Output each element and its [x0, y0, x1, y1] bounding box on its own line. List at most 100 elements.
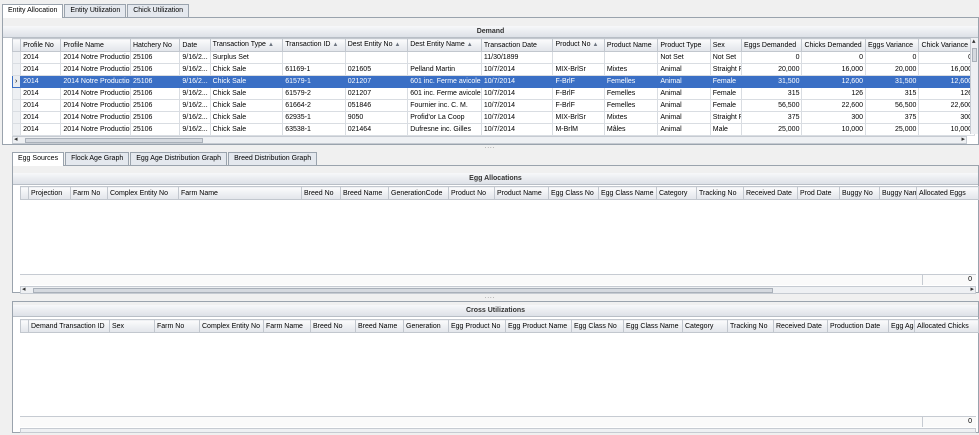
table-cell[interactable]: 2014 Notre Production [60, 75, 131, 88]
tab-egg-age-distribution-graph[interactable]: Egg Age Distribution Graph [130, 152, 228, 165]
table-cell[interactable]: 9/16/2... [179, 87, 211, 100]
demand-column-header[interactable]: Dest Entity No ▲ [344, 38, 409, 52]
table-cell[interactable]: 2014 Notre Production [60, 123, 131, 136]
table-cell[interactable]: 2014 [20, 123, 62, 136]
egg-allocations-splitter[interactable]: .... [460, 294, 520, 300]
cross-utilizations-column-header[interactable]: Category [682, 319, 728, 333]
demand-grid[interactable]: Profile No Profile Name Hatchery No Date Tra… [11, 38, 975, 136]
tab-breed-distribution-graph[interactable]: Breed Distribution Graph [228, 152, 318, 165]
table-cell[interactable]: 25106 [129, 63, 181, 76]
table-cell[interactable]: 9/16/2... [179, 111, 211, 124]
table-cell[interactable]: 2014 [20, 75, 62, 88]
demand-column-header[interactable]: Chick Variance [918, 38, 975, 52]
cross-utilizations-column-header[interactable]: Egg Class Name [623, 319, 683, 333]
table-cell[interactable]: 9/16/2... [179, 75, 211, 88]
table-cell[interactable] [282, 51, 346, 64]
table-cell[interactable]: 601 inc. Ferme avicole [407, 87, 482, 100]
egg-allocations-column-header[interactable]: Received Date [743, 186, 798, 200]
table-cell[interactable]: 2014 Notre Production [60, 51, 131, 64]
table-cell[interactable]: Chick Sale [209, 99, 284, 112]
table-cell[interactable]: 12,600 [801, 75, 866, 88]
table-cell[interactable]: Femelles [603, 87, 659, 100]
cross-utilizations-column-header[interactable]: Received Date [773, 319, 828, 333]
table-cell[interactable]: 10/7/2014 [480, 123, 554, 136]
row-indicator[interactable] [11, 123, 22, 136]
table-cell[interactable]: Not Set [657, 51, 711, 64]
cross-utilizations-column-header[interactable]: Complex Entity No [199, 319, 264, 333]
table-cell[interactable]: Chick Sale [209, 63, 284, 76]
demand-vertical-thumb[interactable] [972, 48, 977, 62]
demand-column-header[interactable]: Transaction Type ▲ [209, 38, 284, 52]
cross-utilizations-column-header[interactable]: Tracking No [727, 319, 774, 333]
table-cell[interactable]: 25106 [129, 75, 181, 88]
egg-allocations-column-header[interactable]: Egg Class No [548, 186, 599, 200]
cross-utilizations-column-header[interactable]: Allocated Chicks [914, 319, 979, 333]
cross-utilizations-column-header[interactable]: Generation [403, 319, 449, 333]
egg-allocations-horizontal-thumb[interactable] [33, 288, 773, 293]
table-cell[interactable]: MIX-BrlSr [552, 63, 605, 76]
table-cell[interactable]: Mâles [603, 123, 659, 136]
demand-column-header[interactable]: Chicks Demanded [801, 38, 866, 52]
egg-allocations-column-header[interactable]: Complex Entity No [107, 186, 179, 200]
table-cell[interactable]: 051846 [344, 99, 409, 112]
table-cell[interactable]: 2014 Notre Production [60, 111, 131, 124]
table-cell[interactable]: Pelland Martin [407, 63, 482, 76]
cross-utilizations-column-header[interactable]: Breed No [310, 319, 356, 333]
table-cell[interactable]: 25106 [129, 123, 181, 136]
table-cell[interactable]: 10/7/2014 [480, 63, 554, 76]
cross-utilizations-column-header[interactable]: Egg Class No [571, 319, 624, 333]
table-cell[interactable]: 9/16/2... [179, 63, 211, 76]
table-cell[interactable]: Female [709, 99, 742, 112]
table-cell[interactable]: 0 [740, 51, 803, 64]
table-cell[interactable]: Fournier inc. C. M. [407, 99, 482, 112]
tab-chick-utilization[interactable]: Chick Utilization [127, 4, 190, 17]
table-cell[interactable]: 2014 [20, 99, 62, 112]
table-cell[interactable]: Chick Sale [209, 75, 284, 88]
scroll-right-icon[interactable]: ▸ [970, 286, 974, 294]
row-indicator[interactable]: › [11, 75, 22, 88]
table-cell[interactable] [552, 51, 605, 64]
table-cell[interactable]: Chick Sale [209, 87, 284, 100]
cross-utilizations-column-header[interactable]: Demand Transaction ID [28, 319, 110, 333]
table-cell[interactable]: 62935-1 [282, 111, 346, 124]
cross-utilizations-grid[interactable]: Demand Transaction ID Sex Farm No Complex E… [20, 319, 979, 333]
row-indicator[interactable] [11, 87, 22, 100]
table-cell[interactable]: 9/16/2... [179, 51, 211, 64]
scroll-up-icon[interactable]: ▴ [972, 38, 976, 46]
egg-allocations-column-header[interactable]: Breed Name [340, 186, 389, 200]
table-cell[interactable]: 126 [918, 87, 975, 100]
table-cell[interactable]: Female [709, 75, 742, 88]
table-cell[interactable]: 12,600 [918, 75, 975, 88]
table-row[interactable]: 2014 2014 Notre Production 25106 9/16/2... C… [11, 123, 975, 136]
table-cell[interactable]: 61664-2 [282, 99, 346, 112]
table-cell[interactable]: Straight R [709, 111, 742, 124]
table-cell[interactable]: Femelles [603, 75, 659, 88]
table-cell[interactable]: Male [709, 123, 742, 136]
cross-utilizations-horizontal-scrollbar[interactable] [20, 428, 976, 433]
table-cell[interactable]: 2014 [20, 87, 62, 100]
table-cell[interactable]: 20,000 [864, 63, 920, 76]
table-cell[interactable]: Surplus Set [209, 51, 284, 64]
egg-allocations-column-header[interactable]: Product No [448, 186, 495, 200]
table-cell[interactable]: 021605 [344, 63, 409, 76]
table-cell[interactable]: Animal [657, 111, 711, 124]
table-cell[interactable]: 2014 [20, 51, 62, 64]
table-cell[interactable]: Female [709, 87, 742, 100]
scroll-right-icon[interactable]: ▸ [961, 136, 965, 144]
table-cell[interactable]: Animal [657, 75, 711, 88]
table-cell[interactable]: 25106 [129, 99, 181, 112]
egg-allocations-column-header[interactable]: Buggy Nam [879, 186, 917, 200]
egg-allocations-column-header[interactable]: Buggy No [839, 186, 880, 200]
tab-flock-age-graph[interactable]: Flock Age Graph [65, 152, 130, 165]
egg-allocations-grid[interactable]: Projection Farm No Complex Entity No Farm N… [20, 186, 979, 200]
table-cell[interactable]: 63538-1 [282, 123, 346, 136]
table-cell[interactable]: 16,000 [918, 63, 975, 76]
demand-column-header[interactable]: Eggs Demanded [740, 38, 803, 52]
table-row[interactable]: 2014 2014 Notre Production 25106 9/16/2... S… [11, 51, 975, 64]
table-cell[interactable]: Animal [657, 63, 711, 76]
table-cell[interactable] [603, 51, 659, 64]
row-indicator[interactable] [11, 99, 22, 112]
table-cell[interactable]: 021207 [344, 75, 409, 88]
table-cell[interactable]: 61579-1 [282, 75, 346, 88]
table-cell[interactable]: 375 [740, 111, 803, 124]
